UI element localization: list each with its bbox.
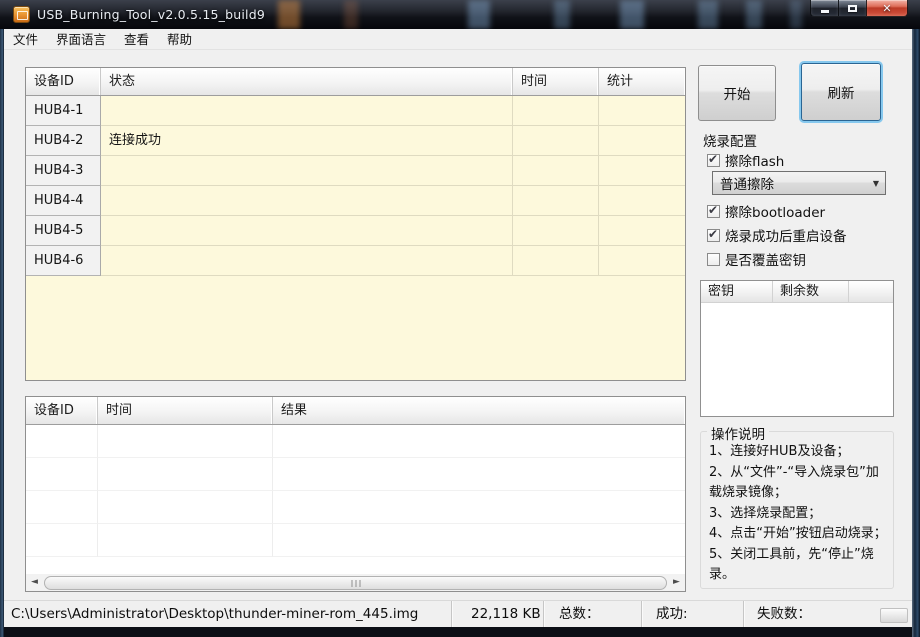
log-row: [26, 491, 685, 524]
client-area: 文件 界面语言 查看 帮助 设备ID 状态 时间 统计 HUB4-1 HUB4-…: [4, 29, 912, 627]
glass-reflection: [620, 0, 644, 29]
title-bar[interactable]: USB_Burning_Tool_v2.0.5.15_build9 ✕: [0, 0, 920, 29]
col-result[interactable]: 结果: [273, 397, 685, 424]
close-icon: ✕: [882, 1, 892, 15]
checkbox-overwrite-key[interactable]: 是否覆盖密钥: [707, 249, 806, 269]
menu-view[interactable]: 查看: [115, 29, 158, 50]
instruction-step: 1、连接好HUB及设备；: [709, 444, 850, 459]
table-row[interactable]: HUB4-4: [26, 186, 685, 216]
log-table-header: 设备ID 时间 结果: [26, 397, 685, 425]
col-device-id[interactable]: 设备ID: [26, 68, 101, 95]
minimize-icon: [820, 9, 829, 13]
checkbox-label: 擦除bootloader: [725, 205, 826, 221]
checkbox-reboot-after-burn[interactable]: 烧录成功后重启设备: [707, 225, 847, 245]
scroll-right-icon[interactable]: ►: [668, 574, 685, 591]
checkbox-label: 是否覆盖密钥: [725, 253, 806, 269]
burn-config-title: 烧录配置: [703, 134, 757, 150]
status-bar: C:\Users\Administrator\Desktop\thunder-m…: [4, 600, 912, 627]
menu-language[interactable]: 界面语言: [47, 29, 115, 50]
table-row[interactable]: HUB4-2 连接成功: [26, 126, 685, 156]
erase-mode-dropdown[interactable]: 普通擦除 ▼: [712, 171, 886, 195]
menu-help[interactable]: 帮助: [158, 29, 201, 50]
col-time[interactable]: 时间: [513, 68, 599, 95]
key-table-header: 密钥 剩余数: [701, 281, 893, 303]
erase-mode-value: 普通擦除: [720, 177, 774, 193]
instruction-step: 3、选择烧录配置；: [709, 505, 822, 521]
col-statistics[interactable]: 统计: [599, 68, 685, 95]
app-window: USB_Burning_Tool_v2.0.5.15_build9 ✕ 文件 界…: [0, 0, 920, 637]
checkbox-icon: [707, 252, 720, 266]
col-key[interactable]: 密钥: [701, 281, 773, 302]
image-file-size: 22,118 KB: [451, 601, 543, 627]
checkbox-icon: [707, 152, 720, 167]
device-table-filler: [26, 276, 685, 380]
glass-reflection: [746, 0, 762, 29]
glass-reflection: [698, 0, 718, 29]
horizontal-scrollbar[interactable]: ◄ ►: [26, 574, 685, 591]
checkbox-label: 擦除flash: [725, 154, 785, 170]
col-time[interactable]: 时间: [98, 397, 273, 424]
total-count-label: 总数：: [543, 601, 641, 627]
log-row: [26, 458, 685, 491]
checkbox-icon: [707, 203, 720, 218]
checkbox-erase-flash[interactable]: 擦除flash: [707, 150, 784, 170]
maximize-icon: [848, 4, 857, 12]
instruction-step: 2、从“文件”-“导入烧录包”加载烧录镜像；: [709, 464, 879, 501]
resize-grip[interactable]: [880, 608, 908, 623]
success-count-label: 成功:: [641, 601, 743, 627]
table-row[interactable]: HUB4-1: [26, 96, 685, 126]
glass-reflection: [278, 0, 300, 29]
log-row: [26, 425, 685, 458]
device-table-header: 设备ID 状态 时间 统计: [26, 68, 685, 96]
glass-reflection: [344, 0, 358, 29]
refresh-button[interactable]: 刷新: [801, 63, 881, 121]
instructions-group: 操作说明 1、连接好HUB及设备； 2、从“文件”-“导入烧录包”加载烧录镜像；…: [700, 423, 894, 589]
menu-file[interactable]: 文件: [4, 29, 47, 50]
loaded-image-path: C:\Users\Administrator\Desktop\thunder-m…: [11, 606, 419, 622]
device-table: 设备ID 状态 时间 统计 HUB4-1 HUB4-2 连接成功 HUB4-3: [25, 67, 686, 381]
close-button[interactable]: ✕: [866, 0, 908, 17]
scrollbar-thumb[interactable]: [44, 575, 667, 590]
glass-reflection: [554, 0, 570, 29]
window-border-right: [912, 29, 920, 637]
col-status[interactable]: 状态: [101, 68, 513, 95]
chevron-down-icon: ▼: [872, 178, 880, 188]
table-row[interactable]: HUB4-6: [26, 246, 685, 276]
log-row: [26, 524, 685, 557]
checkbox-erase-bootloader[interactable]: 擦除bootloader: [707, 201, 825, 221]
menu-bar: 文件 界面语言 查看 帮助: [4, 29, 912, 50]
instruction-step: 5、关闭工具前，先“停止”烧录。: [709, 546, 874, 583]
key-table: 密钥 剩余数: [700, 280, 894, 417]
maximize-button[interactable]: [839, 0, 866, 17]
instructions-title: 操作说明: [707, 423, 769, 443]
window-border-bottom: [0, 627, 920, 637]
glass-reflection: [790, 0, 802, 29]
scroll-left-icon[interactable]: ◄: [26, 574, 43, 591]
table-row[interactable]: HUB4-5: [26, 216, 685, 246]
app-icon: [13, 6, 30, 23]
log-table: 设备ID 时间 结果 ◄ ►: [25, 396, 686, 592]
minimize-button[interactable]: [810, 0, 839, 17]
status-connected: 连接成功: [101, 126, 513, 156]
window-title: USB_Burning_Tool_v2.0.5.15_build9: [37, 7, 265, 22]
col-remaining[interactable]: 剩余数: [773, 281, 849, 302]
glass-reflection: [468, 0, 490, 29]
col-device-id[interactable]: 设备ID: [26, 397, 98, 424]
checkbox-icon: [707, 227, 720, 242]
instruction-step: 4、点击“开始”按钮启动烧录；: [709, 526, 887, 541]
checkbox-label: 烧录成功后重启设备: [725, 229, 847, 245]
scrollbar-grip-icon: [351, 579, 360, 587]
table-row[interactable]: HUB4-3: [26, 156, 685, 186]
start-button[interactable]: 开始: [698, 65, 776, 121]
